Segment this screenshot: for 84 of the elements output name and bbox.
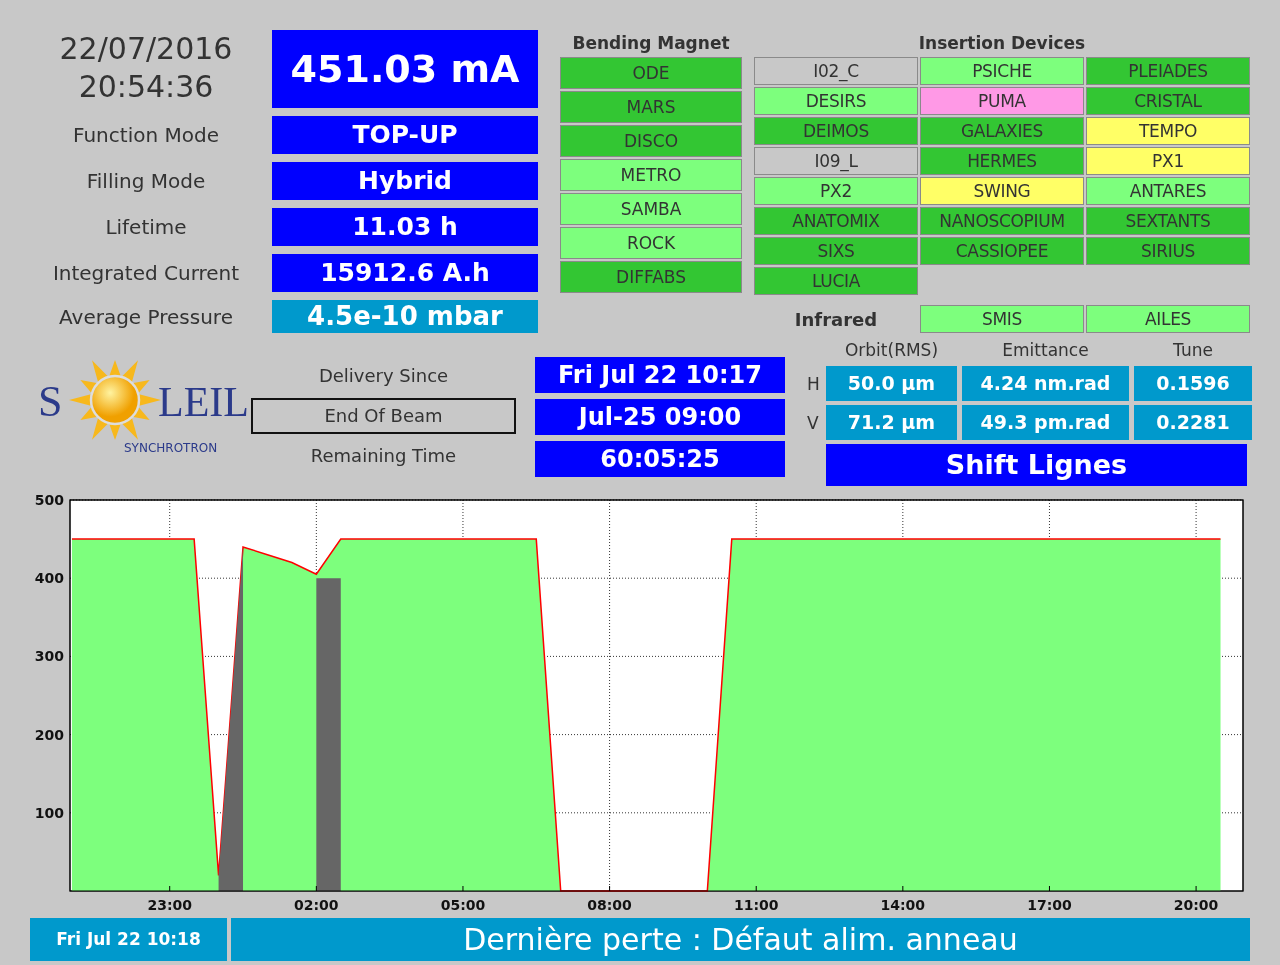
beamline-indicator: SIRIUS xyxy=(1086,237,1250,265)
beamline-indicator: PUMA xyxy=(920,87,1084,115)
y-tick-label: 100 xyxy=(34,804,64,821)
beam-parameter-value: 0.1596 xyxy=(1134,366,1252,401)
x-tick-label: 20:00 xyxy=(1173,897,1219,913)
beamline-indicator: DEIMOS xyxy=(754,117,918,145)
x-tick-label: 11:00 xyxy=(733,897,779,913)
beam-parameter-value: 0.2281 xyxy=(1134,405,1252,440)
beamline-indicator: PX2 xyxy=(754,177,918,205)
beamline-indicator: GALAXIES xyxy=(920,117,1084,145)
beamline-indicator: DESIRS xyxy=(754,87,918,115)
column-header: Orbit(RMS) xyxy=(843,340,940,362)
beamline-indicator: SEXTANTS xyxy=(1086,207,1250,235)
beamline-indicator: DISCO xyxy=(560,125,742,157)
beamline-indicator: ROCK xyxy=(560,227,742,259)
x-tick-label: 17:00 xyxy=(1027,897,1072,913)
beamline-indicator: SIXS xyxy=(754,237,918,265)
beamline-indicator: I02_C xyxy=(754,57,918,85)
beamline-indicator: SAMBA xyxy=(560,193,742,225)
x-tick-label: 14:00 xyxy=(880,897,926,913)
plane-label: V xyxy=(807,412,820,433)
beamline-indicator: CASSIOPEE xyxy=(920,237,1084,265)
delivery-label: Remaining Time xyxy=(309,444,458,468)
beamline-indicator: SMIS xyxy=(920,305,1084,333)
beamline-indicator: ODE xyxy=(560,57,742,89)
parameter-label: Average Pressure xyxy=(58,304,234,329)
beam-parameter-value: 71.2 µm xyxy=(826,405,957,440)
logo-text: S xyxy=(38,377,63,426)
parameter-value: TOP-UP xyxy=(272,116,538,154)
beamline-indicator: AILES xyxy=(1086,305,1250,333)
beamline-indicator: NANOSCOPIUM xyxy=(920,207,1084,235)
parameter-value: 11.03 h xyxy=(272,208,538,246)
y-tick-label: 300 xyxy=(34,648,64,665)
beamline-indicator: DIFFABS xyxy=(560,261,742,293)
x-tick-label: 08:00 xyxy=(587,897,632,913)
beam-parameter-value: 49.3 pm.rad xyxy=(962,405,1129,440)
parameter-label: Lifetime xyxy=(104,215,188,239)
beamline-indicator: HERMES xyxy=(920,147,1084,175)
delivery-label: End Of Beam xyxy=(251,398,516,434)
beamline-indicator: CRISTAL xyxy=(1086,87,1250,115)
beam-parameter-value: 4.24 nm.rad xyxy=(962,366,1129,401)
section-title: Insertion Devices xyxy=(917,32,1087,55)
logo-subtitle: SYNCHROTRON xyxy=(124,441,218,454)
infrared-label: Infrared xyxy=(793,308,879,330)
delivery-value: Fri Jul 22 10:17 xyxy=(535,357,785,393)
beamline-indicator: MARS xyxy=(560,91,742,123)
parameter-value: 15912.6 A.h xyxy=(272,254,538,292)
parameter-label: Integrated Current xyxy=(51,261,241,285)
beam-current-value: 451.03 mA xyxy=(272,30,538,108)
parameter-value: Hybrid xyxy=(272,162,538,200)
beamline-indicator: PLEIADES xyxy=(1086,57,1250,85)
delivery-label: Delivery Since xyxy=(317,364,450,388)
beam-parameter-value: 50.0 µm xyxy=(826,366,957,401)
footer-time: Fri Jul 22 10:18 xyxy=(30,918,227,961)
column-header: Emittance xyxy=(1001,340,1090,362)
time-text: 20:54:36 xyxy=(78,68,214,106)
beamline-indicator: METRO xyxy=(560,159,742,191)
delivery-value: Jul-25 09:00 xyxy=(535,399,785,435)
footer-message: Dernière perte : Défaut alim. anneau xyxy=(231,918,1250,961)
plane-label: H xyxy=(807,373,821,394)
parameter-label: Filling Mode xyxy=(85,169,207,193)
beamline-indicator: I09_L xyxy=(754,147,918,175)
beamline-indicator: TEMPO xyxy=(1086,117,1250,145)
delivery-value: 60:05:25 xyxy=(535,441,785,477)
beamline-indicator: SWING xyxy=(920,177,1084,205)
x-tick-label: 23:00 xyxy=(147,897,192,913)
y-tick-label: 400 xyxy=(34,570,64,587)
beamline-indicator: LUCIA xyxy=(754,267,918,295)
logo-text: LEIL xyxy=(158,379,249,425)
parameter-value: 4.5e-10 mbar xyxy=(272,300,538,333)
shift-banner: Shift Lignes xyxy=(826,444,1247,486)
beamline-indicator: PX1 xyxy=(1086,147,1250,175)
x-tick-label: 02:00 xyxy=(294,897,339,913)
parameter-label: Function Mode xyxy=(72,123,220,147)
sun-icon xyxy=(69,360,161,440)
beamline-indicator: ANTARES xyxy=(1086,177,1250,205)
y-tick-label: 500 xyxy=(34,493,64,508)
beamline-indicator: PSICHE xyxy=(920,57,1084,85)
beamline-indicator: ANATOMIX xyxy=(754,207,918,235)
y-tick-label: 200 xyxy=(34,726,64,743)
column-header: Tune xyxy=(1172,340,1214,362)
x-tick-label: 05:00 xyxy=(440,897,486,913)
date-text: 22/07/2016 xyxy=(59,30,233,68)
section-title: Bending Magnet xyxy=(571,32,731,55)
